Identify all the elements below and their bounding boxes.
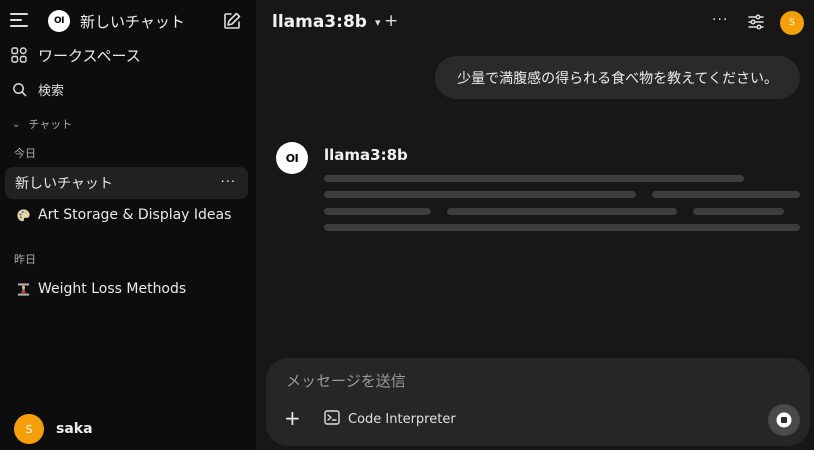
chat-item-active[interactable]: 新しいチャット ··· [5,167,248,199]
loading-skeleton-line [324,208,431,215]
user-message-bubble: 少量で満腹感の得られる食べ物を教えてください。 [435,56,800,99]
loading-skeleton-line [447,208,677,215]
message-composer: + Code Interpreter [266,358,810,446]
attach-plus-button[interactable]: + [284,408,301,428]
assistant-avatar: OI [276,142,308,174]
sidebar-item-search[interactable]: 検索 [10,76,64,102]
chevron-down-icon: ▾ [374,15,381,29]
new-chat-edit-icon[interactable] [222,11,242,31]
chat-item-title: Art Storage & Display Ideas [38,207,232,223]
user-menu[interactable]: S saka [14,414,93,444]
loading-skeleton-line [324,224,800,231]
sidebar-item-label: 検索 [38,83,65,99]
user-name: saka [56,421,93,437]
sidebar-item-label: ワークスペース [38,46,141,65]
chevron-down-icon: ⌄ [12,118,21,130]
stop-generation-button[interactable] [768,404,800,436]
palette-icon [15,207,31,223]
sidebar: OI 新しいチャット ワークスペース 検索 ⌄ チャット 今日 新しいチャット … [0,0,256,450]
chat-item-title: 新しいチャット [15,176,113,192]
terminal-icon [324,410,340,429]
main-panel: llama3:8b ▾ + ··· S 少量で満腹感の得られる食べ物を教えてくだ… [256,0,814,450]
sidebar-item-workspace[interactable]: ワークスペース [10,42,141,68]
more-options-icon[interactable]: ··· [712,12,728,28]
chats-section-toggle[interactable]: ⌄ チャット [12,116,72,132]
code-interpreter-label: Code Interpreter [348,412,456,427]
controls-sliders-icon[interactable] [747,13,765,31]
date-group-today: 今日 [14,147,36,160]
chat-item[interactable]: Weight Loss Methods [5,273,248,305]
add-model-button[interactable]: + [384,11,398,31]
code-interpreter-button[interactable]: Code Interpreter [324,410,456,429]
loading-skeleton-line [324,175,744,182]
grid-icon [10,46,28,64]
model-selector[interactable]: llama3:8b ▾ [272,12,380,32]
avatar[interactable]: S [780,11,804,35]
dumbbell-icon [15,281,31,297]
app-logo: OI [48,10,70,32]
message-input[interactable] [286,372,786,390]
menu-toggle-icon[interactable] [10,13,28,29]
chat-item[interactable]: Art Storage & Display Ideas [5,199,248,231]
date-group-yesterday: 昨日 [14,253,36,266]
stop-icon [776,412,792,428]
loading-skeleton-line [652,191,800,198]
loading-skeleton-line [693,208,784,215]
avatar: S [14,414,44,444]
new-chat-link[interactable]: 新しいチャット [80,11,185,32]
sidebar-header: OI 新しいチャット [0,0,256,42]
loading-skeleton-line [324,191,636,198]
assistant-name: llama3:8b [324,146,408,164]
chat-more-options-icon[interactable]: ··· [221,175,236,190]
chat-item-title: Weight Loss Methods [38,281,187,297]
model-name: llama3:8b [272,12,367,32]
search-icon [10,80,28,98]
chats-section-label: チャット [28,118,73,131]
